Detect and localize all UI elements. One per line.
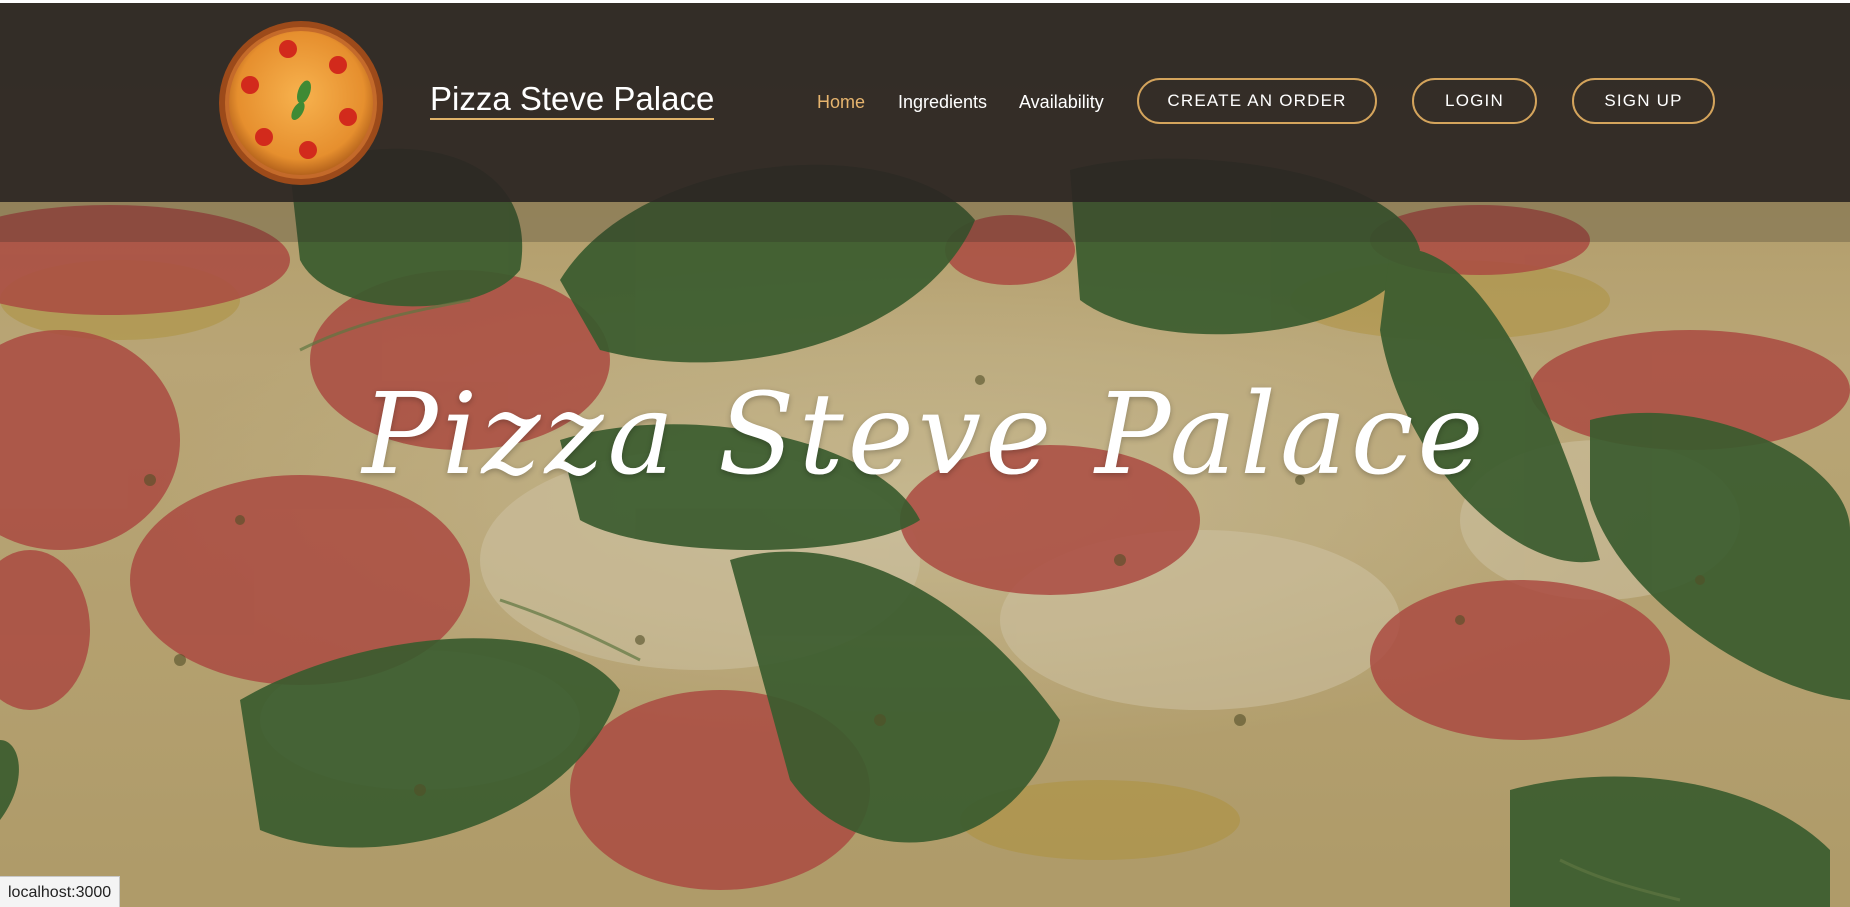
create-order-button[interactable]: CREATE AN ORDER [1137, 78, 1377, 124]
hero-title: Pizza Steve Palace [362, 370, 1488, 500]
login-button[interactable]: LOGIN [1412, 78, 1537, 124]
nav-link-home[interactable]: Home [817, 92, 865, 113]
status-bar-url: localhost:3000 [0, 876, 121, 907]
nav-link-ingredients[interactable]: Ingredients [898, 92, 987, 113]
pizza-logo-icon[interactable] [218, 20, 384, 186]
brand-link[interactable]: Pizza Steve Palace [430, 80, 715, 120]
sign-up-button[interactable]: SIGN UP [1572, 78, 1715, 124]
pizza-icon [219, 21, 383, 185]
page: Pizza Steve Palace Home Ingredients Avai… [0, 0, 1850, 907]
navbar-shadow [0, 202, 1850, 242]
nav-link-availability[interactable]: Availability [1019, 92, 1104, 113]
window-top-edge [0, 0, 1850, 3]
